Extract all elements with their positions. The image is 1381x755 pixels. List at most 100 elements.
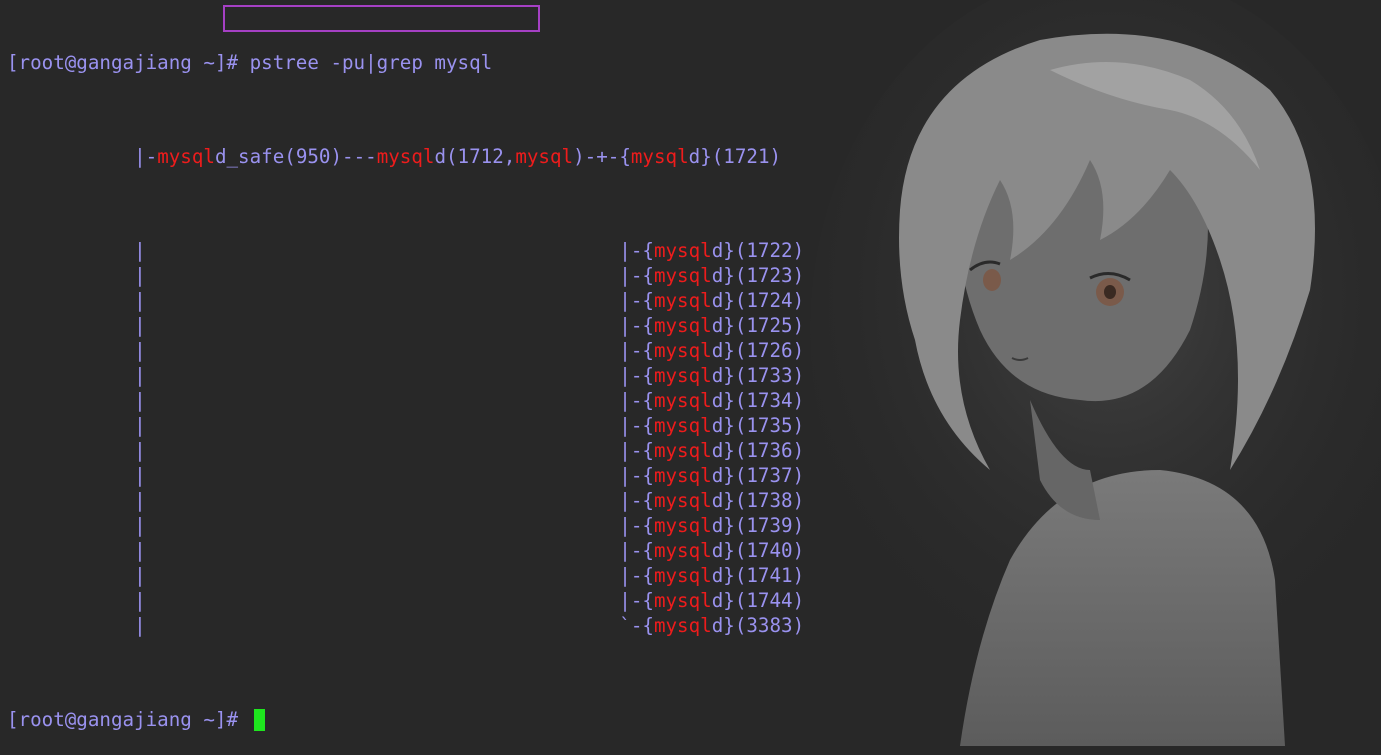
thread-brace: { bbox=[642, 514, 654, 537]
tree-branch: |- bbox=[619, 514, 643, 537]
thread-brace: { bbox=[642, 264, 654, 287]
tree-row-thread: | |-{mysqld}(1724) bbox=[7, 288, 804, 313]
thread-brace: { bbox=[642, 564, 654, 587]
tree-pipe: | bbox=[134, 289, 146, 312]
grep-match: mysql bbox=[653, 239, 712, 262]
grep-match: mysql bbox=[653, 289, 712, 312]
thread-name: d} bbox=[711, 239, 735, 262]
grep-match: mysql bbox=[653, 364, 712, 387]
thread-brace: { bbox=[642, 289, 654, 312]
thread-brace: { bbox=[642, 464, 654, 487]
thread-brace: { bbox=[642, 364, 654, 387]
grep-match: mysql bbox=[653, 439, 712, 462]
thread-name: d} bbox=[711, 614, 735, 637]
tree-pipe: | bbox=[134, 514, 146, 537]
thread-brace: { bbox=[642, 389, 654, 412]
terminal-output: [root@gangajiang ~]# pstree -pu|grep mys… bbox=[7, 4, 804, 755]
grep-match: mysql bbox=[653, 414, 712, 437]
tree-pipe: | bbox=[134, 414, 146, 437]
grep-match: mysql bbox=[653, 614, 712, 637]
thread-name: d} bbox=[711, 589, 735, 612]
tree-row-thread: | |-{mysqld}(1734) bbox=[7, 388, 804, 413]
tree-pipe: | bbox=[134, 589, 146, 612]
tree-branch: `- bbox=[619, 614, 643, 637]
thread-pid: (1736) bbox=[734, 439, 805, 462]
tree-pipe: | bbox=[134, 264, 146, 287]
grep-match: mysql bbox=[653, 389, 712, 412]
thread-pid: (3383) bbox=[734, 614, 805, 637]
thread-pid: (1723) bbox=[734, 264, 805, 287]
tree-row-thread: | |-{mysqld}(1737) bbox=[7, 463, 804, 488]
tree-pipe: | bbox=[134, 439, 146, 462]
prompt-line[interactable]: [root@gangajiang ~]# bbox=[7, 707, 804, 732]
thread-name: d} bbox=[711, 514, 735, 537]
tree-row-thread: | |-{mysqld}(1733) bbox=[7, 363, 804, 388]
thread-brace: { bbox=[642, 489, 654, 512]
tree-pipe: | bbox=[134, 539, 146, 562]
tree-branch: |- bbox=[619, 289, 643, 312]
tree-pipe: | bbox=[134, 614, 146, 637]
tree-branch: |- bbox=[619, 464, 643, 487]
tree-gap bbox=[146, 439, 620, 462]
grep-match: mysql bbox=[653, 464, 712, 487]
thread-brace: { bbox=[642, 339, 654, 362]
thread-pid: (1738) bbox=[734, 489, 805, 512]
tree-gap bbox=[146, 414, 620, 437]
thread-name: d} bbox=[711, 314, 735, 337]
grep-match: mysql bbox=[653, 339, 712, 362]
thread-pid: (1733) bbox=[734, 364, 805, 387]
thread-pid: (1737) bbox=[734, 464, 805, 487]
tree-gap bbox=[146, 539, 620, 562]
tree-gap bbox=[146, 264, 620, 287]
grep-match: mysql bbox=[653, 539, 712, 562]
tree-row-thread: | |-{mysqld}(1741) bbox=[7, 563, 804, 588]
tree-row-thread: | |-{mysqld}(1738) bbox=[7, 488, 804, 513]
tree-branch: |- bbox=[619, 589, 643, 612]
thread-pid: (1724) bbox=[734, 289, 805, 312]
tree-row-thread: | |-{mysqld}(1723) bbox=[7, 263, 804, 288]
thread-name: d} bbox=[711, 264, 735, 287]
tree-gap bbox=[146, 364, 620, 387]
tree-gap bbox=[146, 489, 620, 512]
tree-branch: |- bbox=[619, 239, 643, 262]
terminal-cursor bbox=[253, 709, 265, 731]
thread-name: d} bbox=[688, 145, 712, 168]
tree-branch: |- bbox=[134, 145, 158, 168]
thread-brace: { bbox=[642, 589, 654, 612]
tree-branch: |- bbox=[619, 564, 643, 587]
tree-pipe: | bbox=[134, 314, 146, 337]
thread-pid: (1744) bbox=[734, 589, 805, 612]
mysqld-safe-process: d_safe(950)--- bbox=[214, 145, 377, 168]
tree-pipe: | bbox=[134, 489, 146, 512]
tree-row-thread: | |-{mysqld}(1722) bbox=[7, 238, 804, 263]
grep-match: mysql bbox=[653, 589, 712, 612]
thread-name: d} bbox=[711, 539, 735, 562]
thread-brace: { bbox=[642, 414, 654, 437]
tree-pipe: | bbox=[134, 389, 146, 412]
tree-branch: |- bbox=[619, 364, 643, 387]
grep-match: mysql bbox=[157, 145, 215, 168]
thread-pid: (1734) bbox=[734, 389, 805, 412]
thread-name: d} bbox=[711, 564, 735, 587]
tree-row-thread: | |-{mysqld}(1736) bbox=[7, 438, 804, 463]
thread-name: d} bbox=[711, 439, 735, 462]
thread-pid: (1740) bbox=[734, 539, 805, 562]
grep-match: mysql bbox=[653, 514, 712, 537]
thread-pid: (1739) bbox=[734, 514, 805, 537]
tree-row-root: |-mysqld_safe(950)---mysqld(1712,mysql)-… bbox=[7, 144, 804, 169]
tree-gap bbox=[146, 339, 620, 362]
grep-match: mysql bbox=[653, 489, 712, 512]
thread-name: d} bbox=[711, 389, 735, 412]
tree-pipe: | bbox=[134, 339, 146, 362]
